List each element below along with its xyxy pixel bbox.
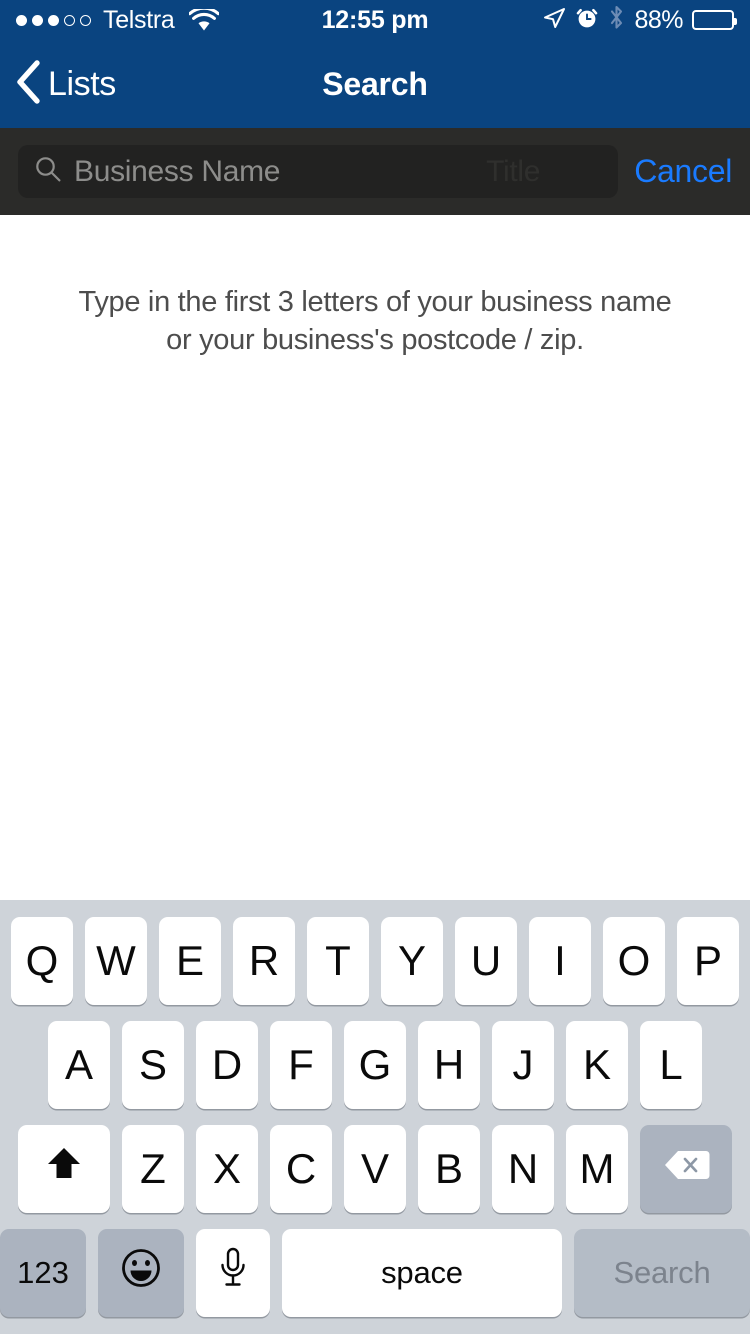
back-button-label: Lists [48,64,116,103]
search-input-placeholder: Business Name [74,154,281,188]
shift-icon [42,1143,86,1195]
key-e[interactable]: E [159,917,221,1005]
key-z[interactable]: Z [122,1125,184,1213]
key-p[interactable]: P [677,917,739,1005]
battery-icon [692,10,737,30]
key-r[interactable]: R [233,917,295,1005]
key-a[interactable]: A [48,1021,110,1109]
delete-key[interactable] [640,1125,732,1213]
signal-dot-filled [32,14,43,26]
delete-icon [662,1145,710,1193]
navigation-bar: Lists Search [0,40,750,128]
key-m[interactable]: M [566,1125,628,1213]
search-icon [34,155,62,188]
key-s[interactable]: S [122,1021,184,1109]
key-c[interactable]: C [270,1125,332,1213]
emoji-key[interactable] [98,1229,184,1317]
search-hint-line-1: Type in the first 3 letters of your busi… [78,286,672,318]
bluetooth-icon [608,5,625,35]
search-field-watermark: Title [486,154,541,188]
search-input[interactable]: Business Name Title [18,145,619,198]
space-key[interactable]: space [282,1229,562,1317]
back-button[interactable]: Lists [14,59,116,110]
status-bar-left: Telstra [16,6,219,35]
battery-percent-label: 88% [634,5,683,34]
keyboard-row-3: Z X C V B N M [0,1125,750,1213]
key-h[interactable]: H [418,1021,480,1109]
signal-dot-filled [48,14,59,26]
search-hint-text: Type in the first 3 letters of your busi… [0,283,750,360]
microphone-icon [217,1246,249,1300]
key-d[interactable]: D [196,1021,258,1109]
key-k[interactable]: K [566,1021,628,1109]
location-arrow-icon [542,6,566,35]
search-hint-line-2: or your business's postcode / zip. [166,324,584,357]
keyboard-row-2: A S D F G H J K L [0,1021,750,1109]
search-bar-container: Business Name Title Cancel [0,128,750,215]
on-screen-keyboard: Q W E R T Y U I O P A S D F G H J K L Z … [0,900,750,1334]
emoji-icon [118,1245,164,1301]
key-b[interactable]: B [418,1125,480,1213]
key-i[interactable]: I [529,917,591,1005]
numeric-key[interactable]: 123 [0,1229,86,1317]
key-o[interactable]: O [603,917,665,1005]
dictation-key[interactable] [196,1229,270,1317]
key-j[interactable]: J [492,1021,554,1109]
chevron-left-icon [14,59,42,110]
signal-dot-filled [16,14,27,26]
key-x[interactable]: X [196,1125,258,1213]
signal-dot-empty [64,14,75,26]
main-content: Type in the first 3 letters of your busi… [0,215,750,900]
key-q[interactable]: Q [11,917,73,1005]
key-l[interactable]: L [640,1021,702,1109]
search-key[interactable]: Search [574,1229,750,1317]
key-t[interactable]: T [307,917,369,1005]
key-y[interactable]: Y [381,917,443,1005]
wifi-icon [188,9,219,31]
signal-dot-empty [80,14,91,26]
key-w[interactable]: W [85,917,147,1005]
key-f[interactable]: F [270,1021,332,1109]
alarm-clock-icon [575,6,599,35]
status-bar: Telstra 12:55 pm 88% [0,0,750,40]
key-g[interactable]: G [344,1021,406,1109]
status-bar-right: 88% [542,5,737,35]
cancel-button[interactable]: Cancel [628,153,738,190]
keyboard-row-4: 123 space Search [0,1229,750,1317]
keyboard-row-1: Q W E R T Y U I O P [0,917,750,1005]
key-v[interactable]: V [344,1125,406,1213]
key-u[interactable]: U [455,917,517,1005]
key-n[interactable]: N [492,1125,554,1213]
signal-strength-indicator [16,14,91,26]
shift-key[interactable] [18,1125,110,1213]
carrier-label: Telstra [103,5,175,34]
